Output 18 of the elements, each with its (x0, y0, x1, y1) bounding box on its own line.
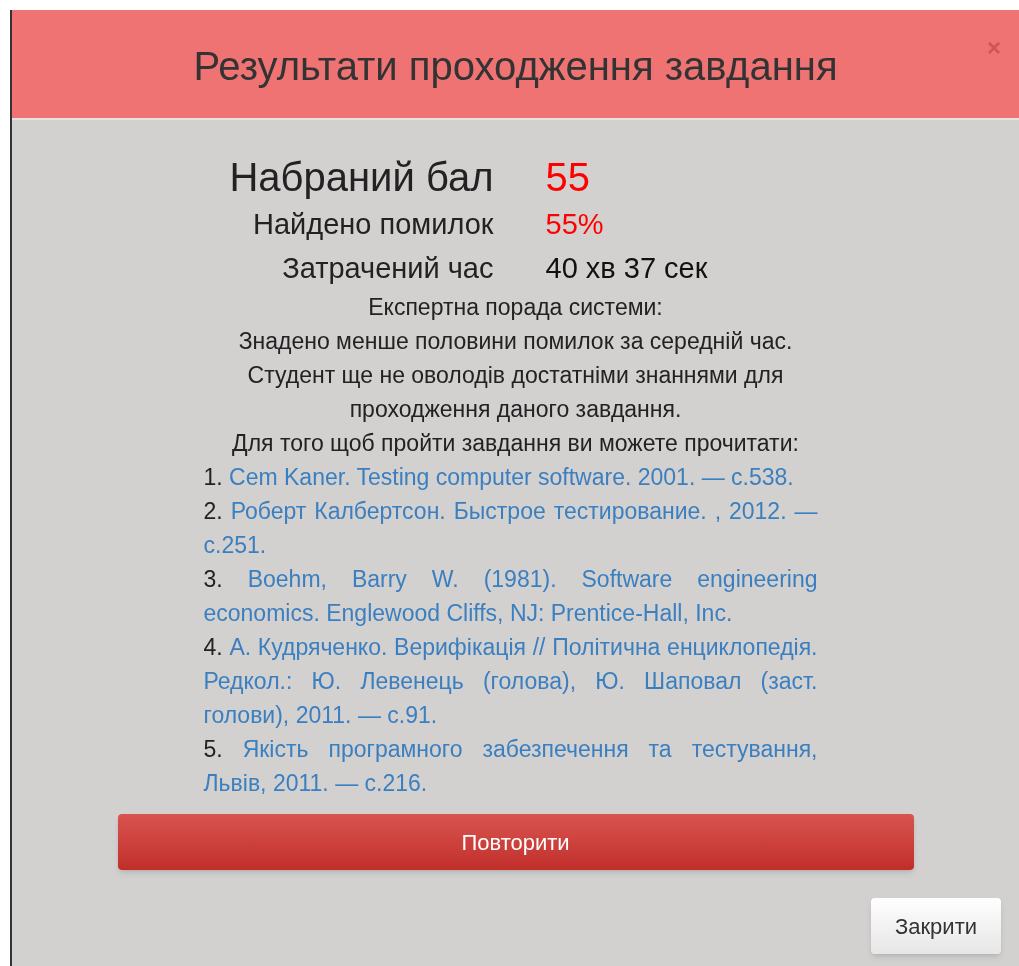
stat-label: Затрачений час (281, 251, 494, 286)
advice-text: Студент ще не оволодів достатніми знаннями для проходження даного завдання. (246, 361, 785, 424)
reference-item[interactable]: 1. Cem Kaner. Testing computer software. 2001. — c.538. (203, 460, 818, 494)
stat-label: Набраний бал (228, 154, 494, 201)
close-dialog-button[interactable]: Закрити (871, 898, 1001, 954)
advice-text: Експертна порада системи: (367, 293, 664, 322)
reference-item[interactable]: 3. Boehm, Barry W. (1981). Software engineering economics. Englewood Cliffs, NJ: Prentice-Hall, Inc. (203, 562, 818, 630)
stat-value: 55% (545, 207, 604, 242)
reference-item[interactable]: 5. Якість програмного забезпечення та тестування, Львів, 2011. — с.216. (203, 732, 818, 800)
stat-value: 55 (545, 154, 590, 201)
reference-item[interactable]: 2. Роберт Калбертсон. Быстрое тестирование. , 2012. — c.251. (203, 494, 818, 562)
stat-value: 40 хв 37 сек (545, 251, 708, 286)
dialog-title: Результати проходження завдання (193, 43, 838, 90)
reference-item[interactable]: 4. А. Кудряченко. Верифікація // Політична енциклопедія. Редкол.: Ю. Левенець (голова), Ю. Шаповал (заст. голови), 2011. — с.91. (203, 630, 818, 732)
retry-button[interactable]: Повторити (117, 814, 914, 870)
advice-text: Знадено менше половини помилок за середній час. (237, 327, 794, 356)
stat-label: Найдено помилок (251, 207, 494, 242)
advice-text: Для того щоб пройти завдання ви можете прочитати: (231, 429, 800, 458)
